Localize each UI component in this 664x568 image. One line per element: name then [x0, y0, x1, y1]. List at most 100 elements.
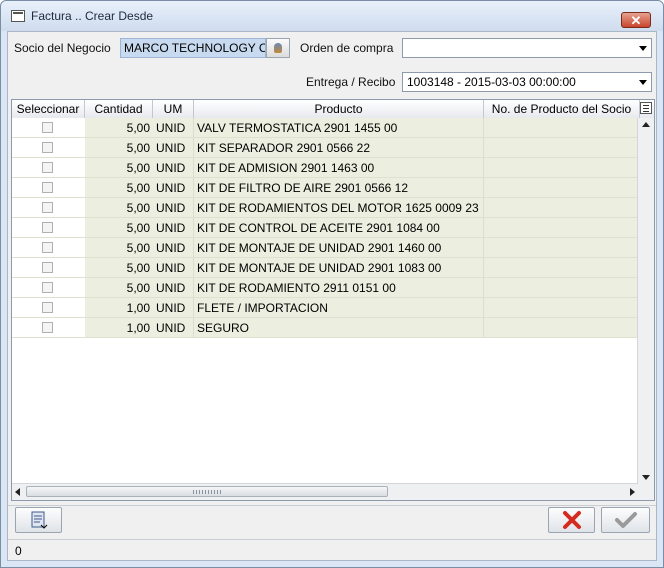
select-cell: [12, 278, 85, 298]
row-checkbox[interactable]: [42, 322, 53, 333]
uom-cell: UNID: [153, 118, 194, 138]
table-row[interactable]: 5,00 UNID VALV TERMOSTATICA 2901 1455 00: [12, 118, 638, 138]
quantity-cell: 5,00: [85, 118, 153, 138]
row-checkbox[interactable]: [42, 242, 53, 253]
column-header-partner-product-no[interactable]: No. de Producto del Socio: [484, 100, 640, 118]
receipt-select[interactable]: 1003148 - 2015-03-03 00:00:00: [402, 72, 652, 92]
window-icon: [11, 10, 25, 22]
row-checkbox[interactable]: [42, 162, 53, 173]
scroll-down-arrow-icon[interactable]: [642, 475, 650, 480]
scroll-right-arrow-icon[interactable]: [630, 488, 635, 496]
partner-product-no-cell: [484, 218, 638, 238]
checkmark-icon: [615, 512, 637, 528]
partner-product-no-cell: [484, 118, 638, 138]
scroll-left-arrow-icon[interactable]: [15, 488, 20, 496]
table-header: Seleccionar Cantidad UM Producto No. de …: [12, 100, 654, 119]
uom-cell: UNID: [153, 298, 194, 318]
report-icon: [31, 511, 48, 529]
quantity-cell: 5,00: [85, 218, 153, 238]
quantity-cell: 5,00: [85, 178, 153, 198]
partner-product-no-cell: [484, 298, 638, 318]
row-checkbox[interactable]: [42, 202, 53, 213]
uom-cell: UNID: [153, 158, 194, 178]
row-checkbox[interactable]: [42, 142, 53, 153]
row-checkbox[interactable]: [42, 302, 53, 313]
chevron-down-icon: [639, 80, 647, 85]
receipt-value: 1003148 - 2015-03-03 00:00:00: [407, 75, 576, 89]
product-cell: KIT DE RODAMIENTO 2911 0151 00: [194, 278, 484, 298]
table-row[interactable]: 5,00 UNID KIT DE FILTRO DE AIRE 2901 0566 …: [12, 178, 638, 198]
column-header-quantity[interactable]: Cantidad: [85, 100, 153, 118]
select-cell: [12, 178, 85, 198]
ok-button[interactable]: [601, 507, 650, 533]
quantity-cell: 5,00: [85, 278, 153, 298]
select-cell: [12, 158, 85, 178]
column-header-product[interactable]: Producto: [194, 100, 484, 118]
uom-cell: UNID: [153, 218, 194, 238]
partner-product-no-cell: [484, 138, 638, 158]
close-button[interactable]: ✕: [621, 12, 651, 28]
scroll-up-arrow-icon[interactable]: [642, 122, 650, 127]
select-cell: [12, 238, 85, 258]
product-cell: VALV TERMOSTATICA 2901 1455 00: [194, 118, 484, 138]
quantity-cell: 1,00: [85, 318, 153, 338]
uom-cell: UNID: [153, 178, 194, 198]
purchase-order-select[interactable]: [402, 38, 652, 58]
row-checkbox[interactable]: [42, 282, 53, 293]
table-row[interactable]: 5,00 UNID KIT DE MONTAJE DE UNIDAD 2901 14…: [12, 238, 638, 258]
column-header-select[interactable]: Seleccionar: [12, 100, 85, 118]
select-cell: [12, 118, 85, 138]
dialog-window: Factura .. Crear Desde ✕ Socio del Negoc…: [0, 0, 664, 568]
table-row[interactable]: 5,00 UNID KIT DE RODAMIENTO 2911 0151 00: [12, 278, 638, 298]
business-partner-lookup-button[interactable]: [266, 38, 290, 58]
quantity-cell: 5,00: [85, 258, 153, 278]
table-row[interactable]: 1,00 UNID SEGURO: [12, 318, 638, 338]
business-partner-field[interactable]: MARCO TECHNOLOGY CO: [120, 38, 266, 58]
divider: [8, 505, 656, 506]
product-cell: KIT DE CONTROL DE ACEITE 2901 1084 00: [194, 218, 484, 238]
row-checkbox[interactable]: [42, 182, 53, 193]
select-cell: [12, 298, 85, 318]
cancel-x-icon: [563, 511, 581, 529]
title-bar: Factura .. Crear Desde ✕: [1, 1, 663, 31]
report-button[interactable]: [15, 507, 62, 533]
uom-cell: UNID: [153, 238, 194, 258]
partner-product-no-cell: [484, 238, 638, 258]
table-row[interactable]: 1,00 UNID FLETE / IMPORTACION: [12, 298, 638, 318]
business-partner-label: Socio del Negocio: [14, 41, 111, 55]
vertical-scrollbar[interactable]: [637, 118, 654, 484]
row-checkbox[interactable]: [42, 262, 53, 273]
scrollbar-corner: [638, 484, 654, 500]
uom-cell: UNID: [153, 198, 194, 218]
partner-product-no-cell: [484, 178, 638, 198]
table-row[interactable]: 5,00 UNID KIT DE MONTAJE DE UNIDAD 2901 10…: [12, 258, 638, 278]
row-checkbox[interactable]: [42, 122, 53, 133]
partner-product-no-cell: [484, 198, 638, 218]
table-row[interactable]: 5,00 UNID KIT DE ADMISION 2901 1463 00: [12, 158, 638, 178]
status-text: 0: [15, 544, 22, 558]
column-menu-icon[interactable]: [640, 102, 652, 114]
quantity-cell: 5,00: [85, 198, 153, 218]
partner-product-no-cell: [484, 258, 638, 278]
product-cell: KIT DE FILTRO DE AIRE 2901 0566 12: [194, 178, 484, 198]
purchase-order-label: Orden de compra: [300, 41, 394, 55]
product-cell: KIT DE RODAMIENTOS DEL MOTOR 1625 0009 2…: [194, 198, 484, 218]
dialog-body: Socio del Negocio MARCO TECHNOLOGY CO Or…: [7, 31, 657, 561]
horizontal-scroll-thumb[interactable]: [26, 486, 388, 497]
table-row[interactable]: 5,00 UNID KIT DE RODAMIENTOS DEL MOTOR 162…: [12, 198, 638, 218]
table-row[interactable]: 5,00 UNID KIT DE CONTROL DE ACEITE 2901 10…: [12, 218, 638, 238]
cancel-button[interactable]: [548, 507, 595, 533]
horizontal-scrollbar[interactable]: [12, 483, 638, 500]
table-row[interactable]: 5,00 UNID KIT SEPARADOR 2901 0566 22: [12, 138, 638, 158]
partner-product-no-cell: [484, 278, 638, 298]
product-cell: FLETE / IMPORTACION: [194, 298, 484, 318]
uom-cell: UNID: [153, 318, 194, 338]
row-checkbox[interactable]: [42, 222, 53, 233]
quantity-cell: 1,00: [85, 298, 153, 318]
column-header-uom[interactable]: UM: [153, 100, 194, 118]
status-bar: 0: [8, 539, 656, 560]
lines-table: Seleccionar Cantidad UM Producto No. de …: [11, 99, 655, 501]
person-lookup-icon: [274, 43, 282, 53]
uom-cell: UNID: [153, 258, 194, 278]
select-cell: [12, 138, 85, 158]
